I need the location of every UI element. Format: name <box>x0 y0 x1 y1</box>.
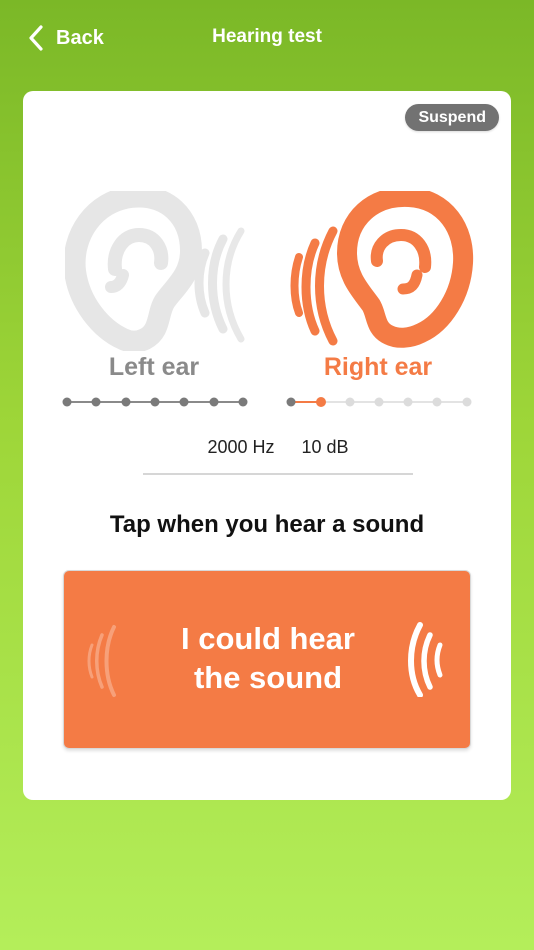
left-ear-label: Left ear <box>108 353 200 381</box>
frequency-value: 2000 Hz <box>207 437 275 457</box>
progress-dot-current <box>316 397 326 407</box>
progress-dot <box>374 397 384 407</box>
sound-waves-icon <box>408 622 443 697</box>
could-hear-line2: the sound <box>193 660 343 695</box>
hearing-test-card: Suspend Left ear Right ear 2000 Hz 10 dB… <box>23 91 511 800</box>
progress-dot <box>179 397 189 407</box>
could-hear-label: I could hear the sound <box>124 619 412 697</box>
right-ear-progress <box>286 397 472 407</box>
instruction-text: Tap when you hear a sound <box>109 511 425 538</box>
back-label: Back <box>56 26 104 49</box>
progress-dot <box>209 397 219 407</box>
progress-dot <box>432 397 442 407</box>
back-button[interactable]: Back <box>28 20 104 56</box>
chevron-left-icon <box>29 25 43 51</box>
progress-dot <box>121 397 131 407</box>
tone-readout: 2000 Hz 10 dB <box>143 429 413 475</box>
ear-left-icon <box>65 191 245 351</box>
progress-dot <box>345 397 355 407</box>
could-hear-line1: I could hear <box>181 621 355 656</box>
sound-waves-faint-icon <box>87 625 116 697</box>
level-value: 10 dB <box>301 437 349 457</box>
progress-dot <box>286 397 296 407</box>
page-title: Hearing test <box>212 26 322 47</box>
right-ear-label: Right ear <box>323 353 433 381</box>
progress-dot <box>91 397 101 407</box>
progress-dot <box>62 397 72 407</box>
suspend-button[interactable]: Suspend <box>405 104 499 131</box>
left-ear-progress <box>62 397 248 407</box>
could-hear-sound-button[interactable]: I could hear the sound <box>63 570 471 749</box>
progress-dot <box>150 397 160 407</box>
progress-dot <box>238 397 248 407</box>
progress-dot <box>462 397 472 407</box>
navigation-bar: Back Hearing test <box>0 0 534 76</box>
ear-right-icon <box>290 191 474 348</box>
progress-dot <box>403 397 413 407</box>
